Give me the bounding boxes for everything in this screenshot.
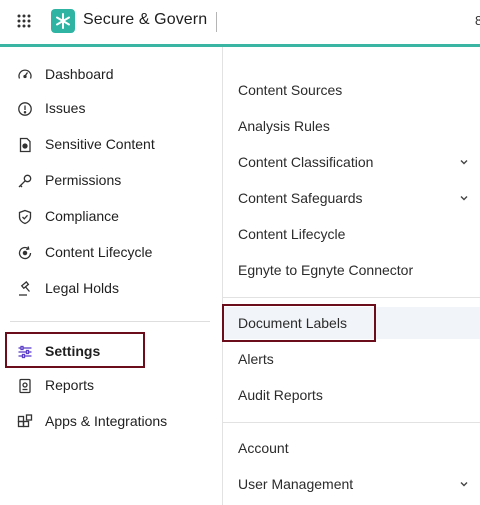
sidebar-item-settings[interactable]: Settings (0, 335, 222, 369)
sidebar-item-reports[interactable]: Reports (0, 369, 222, 403)
apps-integrations-icon (17, 414, 33, 428)
chevron-down-icon[interactable] (459, 480, 469, 488)
submenu-item-label: Account (238, 440, 289, 456)
app-title: Secure & Govern (83, 11, 208, 28)
submenu-item-content-safeguards[interactable]: Content Safeguards (223, 182, 480, 214)
snowflake-logo-icon[interactable] (51, 9, 75, 33)
submenu-item-label: Content Lifecycle (238, 226, 346, 242)
submenu-item-content-sources[interactable]: Content Sources (223, 74, 480, 106)
sidebar-item-permissions[interactable]: Permissions (0, 164, 222, 198)
sidebar-item-legal-holds[interactable]: Legal Holds (0, 272, 222, 306)
sidebar-item-compliance[interactable]: Compliance (0, 200, 222, 234)
sidebar-item-label: Permissions (45, 172, 122, 188)
sidebar-item-label: Sensitive Content (45, 136, 155, 152)
sidebar-item-label: Dashboard (45, 66, 114, 82)
submenu-item-label: User Management (238, 476, 354, 492)
submenu-item-egnyte-connector[interactable]: Egnyte to Egnyte Connector (223, 254, 480, 286)
sidebar-item-label: Legal Holds (45, 280, 119, 296)
chevron-down-icon[interactable] (459, 158, 469, 166)
submenu-item-label: Egnyte to Egnyte Connector (238, 262, 414, 278)
sidebar-item-issues[interactable]: Issues (0, 92, 222, 126)
sidebar-item-apps-integrations[interactable]: Apps & Integrations (0, 405, 222, 439)
sliders-icon (18, 345, 32, 359)
sidebar-item-label: Settings (45, 343, 101, 359)
submenu-item-content-lifecycle[interactable]: Content Lifecycle (223, 218, 480, 250)
submenu-item-label: Audit Reports (238, 387, 323, 403)
chevron-down-icon[interactable] (459, 194, 469, 202)
submenu-item-content-classification[interactable]: Content Classification (223, 146, 480, 178)
submenu-item-user-management[interactable]: User Management (223, 468, 480, 500)
report-icon (19, 378, 31, 394)
sidebar-item-dashboard[interactable]: Dashboard (0, 58, 222, 92)
top-header: Secure & Govern 8 (0, 0, 480, 44)
submenu-item-document-labels[interactable]: Document Labels (223, 307, 480, 339)
header-edge-text: 8 (475, 13, 480, 28)
gauge-icon (18, 69, 32, 79)
sidebar-item-label: Apps & Integrations (45, 413, 168, 429)
submenu-item-label: Content Safeguards (238, 190, 363, 206)
sidebar-item-sensitive-content[interactable]: Sensitive Content (0, 128, 222, 162)
submenu-item-label: Alerts (238, 351, 274, 367)
submenu-item-label: Content Sources (238, 82, 343, 98)
submenu-item-audit-reports[interactable]: Audit Reports (223, 379, 480, 411)
submenu-separator (223, 297, 480, 298)
sidebar-item-label: Issues (45, 100, 86, 116)
grid-icon[interactable] (17, 14, 31, 28)
sidebar-item-label: Compliance (45, 208, 119, 224)
sidebar-item-label: Reports (45, 377, 95, 393)
sensitive-file-icon (19, 137, 31, 153)
sidebar-item-content-lifecycle[interactable]: Content Lifecycle (0, 236, 222, 270)
submenu-item-alerts[interactable]: Alerts (223, 343, 480, 375)
submenu-separator (223, 422, 480, 423)
lifecycle-icon (18, 246, 32, 260)
header-divider (216, 12, 217, 32)
submenu-item-label: Document Labels (238, 315, 347, 331)
gavel-icon (19, 281, 30, 296)
shield-check-icon (18, 209, 32, 225)
sidebar-item-label: Content Lifecycle (45, 244, 153, 260)
submenu-item-label: Analysis Rules (238, 118, 330, 134)
key-icon (18, 174, 32, 188)
submenu-item-account[interactable]: Account (223, 432, 480, 464)
alert-circle-icon (18, 102, 32, 116)
sidebar-separator (10, 321, 210, 322)
submenu-item-analysis-rules[interactable]: Analysis Rules (223, 110, 480, 142)
submenu-item-label: Content Classification (238, 154, 374, 170)
